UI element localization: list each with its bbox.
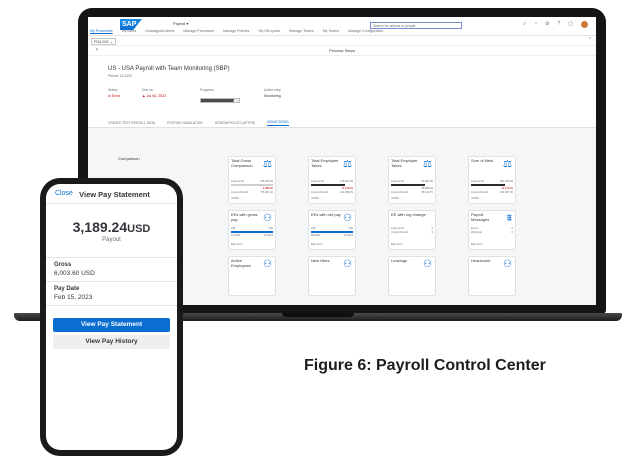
progress-label: Progress [200,88,214,92]
payout-label: Payout [102,237,121,243]
steps-bar: ‹ Process Steps [88,46,596,56]
tile-total-gross[interactable]: Total Gross Comparison ⚖ Last period 786,… [228,156,276,204]
process-selector[interactable]: FD4-201 ⌄ [91,38,117,45]
process-title: US - USA Payroll with Team Monitoring (S… [108,66,230,72]
nav-manage-policies[interactable]: Manage Policies [223,29,249,33]
people-icon: ⚇ [343,259,352,270]
balance-scale-icon: ⚖ [263,159,272,170]
tab-interim-policy[interactable]: INTERIM POLICY (AFTER) [215,121,255,125]
status-label: Status [108,88,118,92]
view-pay-statement-button[interactable]: View Pay Statement [53,318,170,332]
progress-text: 7/8 [232,99,237,103]
tab-create-test-payroll[interactable]: CREATE TEST PAYROLL DATA [108,121,155,125]
nav-my-teams[interactable]: My Teams [323,29,339,33]
shell-nav: My Processes My Alerts Unassigned Alerts… [90,29,383,33]
chevron-up-icon[interactable]: ⌃ [588,37,592,43]
error-icon: ⊘ [108,94,112,98]
help-icon[interactable]: ? [557,21,560,28]
people-icon: ⚇ [503,259,512,270]
tile-headcount[interactable]: Headcount ⚇ [468,256,516,296]
search-icon[interactable]: ⌕ [523,21,526,28]
nav-my-alerts[interactable]: My Alerts [122,29,137,33]
laptop-notch [282,313,354,317]
nav-my-processes[interactable]: My Processes [90,29,113,33]
figure-caption: Figure 6: Payroll Control Center [304,357,546,374]
progress-bar: 7/8 [200,98,240,103]
tile-payroll-messages[interactable]: Payroll Messages ⩩ Errors 0 Warnings 0 EE … [468,210,516,250]
progress-fill [201,99,235,102]
tile-sum-of-nets[interactable]: Sum of Nets ⚖ Last period 382,189.39 62,0… [468,156,516,204]
balance-scale-icon: ⚖ [503,159,512,170]
due-label: Due on [142,88,153,92]
context-bar: FD4-201 ⌄ ⌃ [88,36,596,46]
people-icon: ⚇ [343,213,352,224]
people-icon: ⚇ [263,213,272,224]
shell-bar: SAP Payroll ▾ My Processes My Alerts Una… [88,17,596,36]
phone-header: Close View Pay Statement [46,184,177,204]
warning-icon: ▲ [142,94,146,98]
tab-posting-simulation[interactable]: POSTING SIMULATION [167,121,203,125]
phone-title: View Pay Statement [79,190,150,199]
nav-manage-teams[interactable]: Manage Teams [289,29,314,33]
active-step-value: Monitoring [264,94,281,98]
payout-amount: 3,189.24USD [72,219,151,235]
comparison-label: Comparison [118,156,140,161]
avatar[interactable] [581,21,588,28]
tile-new-hires[interactable]: New Hires ⚇ [308,256,356,296]
view-pay-history-button[interactable]: View Pay History [53,335,170,349]
shell-search-input[interactable]: Search for actions or people [370,22,462,29]
step-tabs: CREATE TEST PAYROLL DATA POSTING SIMULAT… [88,118,596,128]
shell-actions: ⌕ ◔ ⚙ ? ▢ [523,21,588,28]
process-period: Period 13.2022 [108,74,133,78]
steps-title: Process Steps [329,48,355,53]
due-value: ▲ Jul 04, 2022 [142,94,167,98]
nav-my-offcycles[interactable]: My Off-cycles [258,29,280,33]
nav-unassigned-alerts[interactable]: Unassigned Alerts [145,29,174,33]
process-header: US - USA Payroll with Team Monitoring (S… [88,56,596,118]
product-switch-icon[interactable]: ▢ [568,21,573,28]
people-icon: ⚇ [423,259,432,270]
people-icon: ⚇ [263,259,272,270]
tile-employee-taxes[interactable]: Total Employee Taxes ⚖ Last period 178,60… [308,156,356,204]
nav-manage-processes[interactable]: Manage Processes [183,29,214,33]
notification-icon[interactable]: ◔ [534,21,537,28]
tile-employer-taxes[interactable]: Total Employer Taxes ⚖ Last period 64,882… [388,156,436,204]
pay-date-field: Pay Date Feb 15, 2023 [46,282,177,306]
app-title-menu[interactable]: Payroll ▾ [173,21,188,26]
nav-manage-configuration[interactable]: Manage Configuration [348,29,383,33]
tile-active-employees[interactable]: Active Employees ⚇ [228,256,276,296]
settings-icon[interactable]: ⚙ [545,21,549,28]
status-value: ⊘ Error [108,94,121,98]
tile-ees-net-pay[interactable]: EEs with net pay ⚇ 230 230 88.2003 13.3003… [308,210,356,250]
gross-field: Gross 6,003.60 USD [46,258,177,282]
balance-scale-icon: ⚖ [343,159,352,170]
phone-screen: Close View Pay Statement 3,189.24USD Pay… [46,184,177,450]
chart-icon: ⩩ [506,213,512,224]
tab-monitoring[interactable]: MONITORING [267,120,289,126]
tile-leavings[interactable]: Leavings ⚇ [388,256,436,296]
tile-ee-org-change[interactable]: EE with org change Last period 2 Current … [388,210,436,250]
tile-ees-gross-pay[interactable]: EEs with gross pay ⚇ 236 230 91.3003 13.30… [228,210,276,250]
balance-scale-icon: ⚖ [423,159,432,170]
active-step-label: Active step [264,88,281,92]
